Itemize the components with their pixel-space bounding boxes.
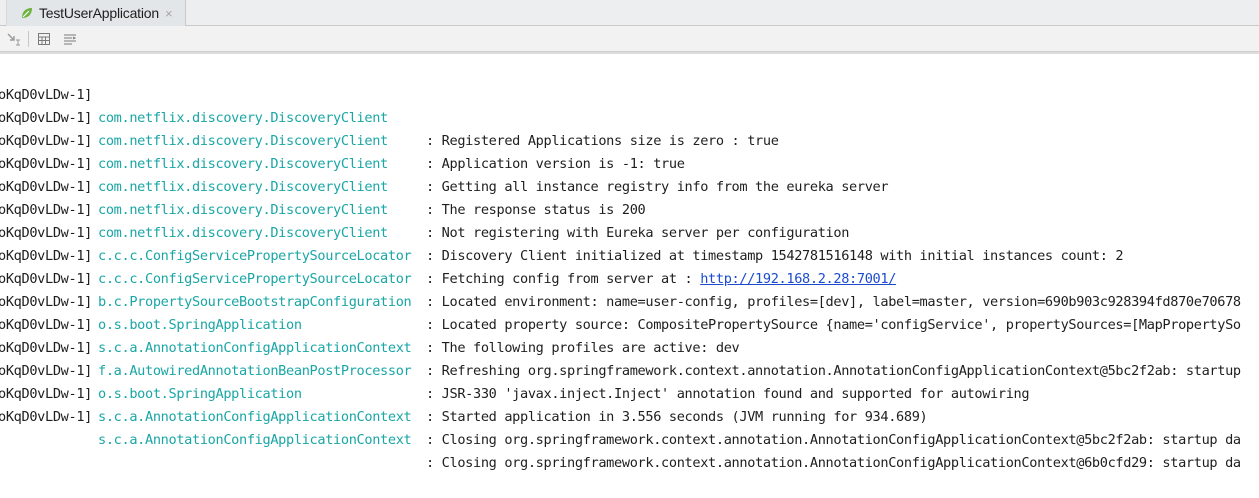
log-message: : Discovery Client initialized at timest… <box>426 248 1124 264</box>
log-message: : Refreshing org.springframework.context… <box>426 363 1241 379</box>
log-message: : Not registering with Eureka server per… <box>426 225 850 241</box>
log-message: : Application version is -1: true <box>426 156 685 172</box>
log-line: oKqD0vLDw-1] o.s.boot.SpringApplication … <box>0 337 928 425</box>
log-line: oKqD0vLDw-1] b.c.PropertySourceBootstrap… <box>0 245 1241 333</box>
log-line: oKqD0vLDw-1] com.netflix.discovery.Disco… <box>0 84 685 172</box>
config-server-link[interactable]: http://192.168.2.28:7001/ <box>700 271 896 287</box>
log-line: oKqD0vLDw-1] f.a.AutowiredAnnotationBean… <box>0 314 1030 402</box>
log-logger: s.c.a.AnnotationConfigApplicationContext <box>98 340 412 356</box>
console-toolbar <box>0 26 1259 52</box>
log-logger: com.netflix.discovery.DiscoveryClient <box>98 110 388 126</box>
table-icon[interactable] <box>35 30 53 48</box>
log-logger: f.a.AutowiredAnnotationBeanPostProcessor <box>98 363 412 379</box>
log-line: oKqD0vLDw-1] c.c.c.ConfigServiceProperty… <box>0 222 1241 310</box>
log-message: : The response status is 200 <box>426 202 646 218</box>
log-message: : The following profiles are active: dev <box>426 340 740 356</box>
log-logger: s.c.a.AnnotationConfigApplicationContext <box>98 432 412 448</box>
tab-testuserapplication[interactable]: TestUserApplication × <box>6 0 186 26</box>
log-message: : Located environment: name=user-config,… <box>426 294 1241 310</box>
log-logger: c.c.c.ConfigServicePropertySourceLocator <box>98 271 412 287</box>
log-line: oKqD0vLDw-1] com.netflix.discovery.Disco… <box>0 107 889 195</box>
log-line: oKqD0vLDw-1] o.s.boot.SpringApplication … <box>0 268 740 356</box>
log-logger: com.netflix.discovery.DiscoveryClient <box>98 133 388 149</box>
log-message: : JSR-330 'javax.inject.Inject' annotati… <box>426 386 1030 402</box>
log-message: : Fetching config from server at : http:… <box>426 268 896 291</box>
log-line: oKqD0vLDw-1] c.c.c.ConfigServiceProperty… <box>0 199 896 287</box>
log-message: : Registered Applications size is zero :… <box>426 133 779 149</box>
log-message: : Closing org.springframework.context.an… <box>426 432 1241 448</box>
log-logger: com.netflix.discovery.DiscoveryClient <box>98 202 388 218</box>
log-logger: b.c.PropertySourceBootstrapConfiguration <box>98 294 412 310</box>
tab-label: TestUserApplication <box>39 5 159 21</box>
log-message: : Closing org.springframework.context.an… <box>426 455 1241 471</box>
log-message: : Located property source: CompositeProp… <box>426 317 1241 333</box>
log-line: oKqD0vLDw-1] s.c.a.AnnotationConfigAppli… <box>0 291 1241 379</box>
log-message: : Getting all instance registry info fro… <box>426 179 889 195</box>
log-message-text: : Fetching config from server at : <box>426 271 701 287</box>
log-logger: o.s.boot.SpringApplication <box>98 317 302 333</box>
log-logger: s.c.a.AnnotationConfigApplicationContext <box>98 409 412 425</box>
toolbar-divider <box>28 31 29 47</box>
console-output[interactable]: oKqD0vLDw-1] com.netflix.discovery.Disco… <box>0 52 1259 471</box>
log-line: oKqD0vLDw-1] s.c.a.AnnotationConfigAppli… <box>0 383 1241 471</box>
log-line: oKqD0vLDw-1] com.netflix.discovery.Disco… <box>0 176 1124 264</box>
log-logger: com.netflix.discovery.DiscoveryClient <box>98 156 388 172</box>
log-message: : Started application in 3.556 seconds (… <box>426 409 928 425</box>
soft-wrap-icon[interactable] <box>61 30 79 48</box>
log-logger: com.netflix.discovery.DiscoveryClient <box>98 179 388 195</box>
log-logger: com.netflix.discovery.DiscoveryClient <box>98 225 388 241</box>
close-icon[interactable]: × <box>165 7 173 20</box>
log-line: oKqD0vLDw-1] s.c.a.AnnotationConfigAppli… <box>0 360 1241 448</box>
log-line: oKqD0vLDw-1] com.netflix.discovery.Disco… <box>0 130 646 218</box>
log-logger: c.c.c.ConfigServicePropertySourceLocator <box>98 248 412 264</box>
log-thread: oKqD0vLDw-1] <box>0 409 93 425</box>
spring-leaf-icon <box>19 5 35 21</box>
tab-bar: TestUserApplication × <box>0 0 1259 26</box>
log-line: oKqD0vLDw-1] com.netflix.discovery.Disco… <box>0 61 779 149</box>
log-line: oKqD0vLDw-1] com.netflix.discovery.Disco… <box>0 153 849 241</box>
log-logger: o.s.boot.SpringApplication <box>98 386 302 402</box>
scroll-to-end-icon[interactable] <box>4 30 22 48</box>
